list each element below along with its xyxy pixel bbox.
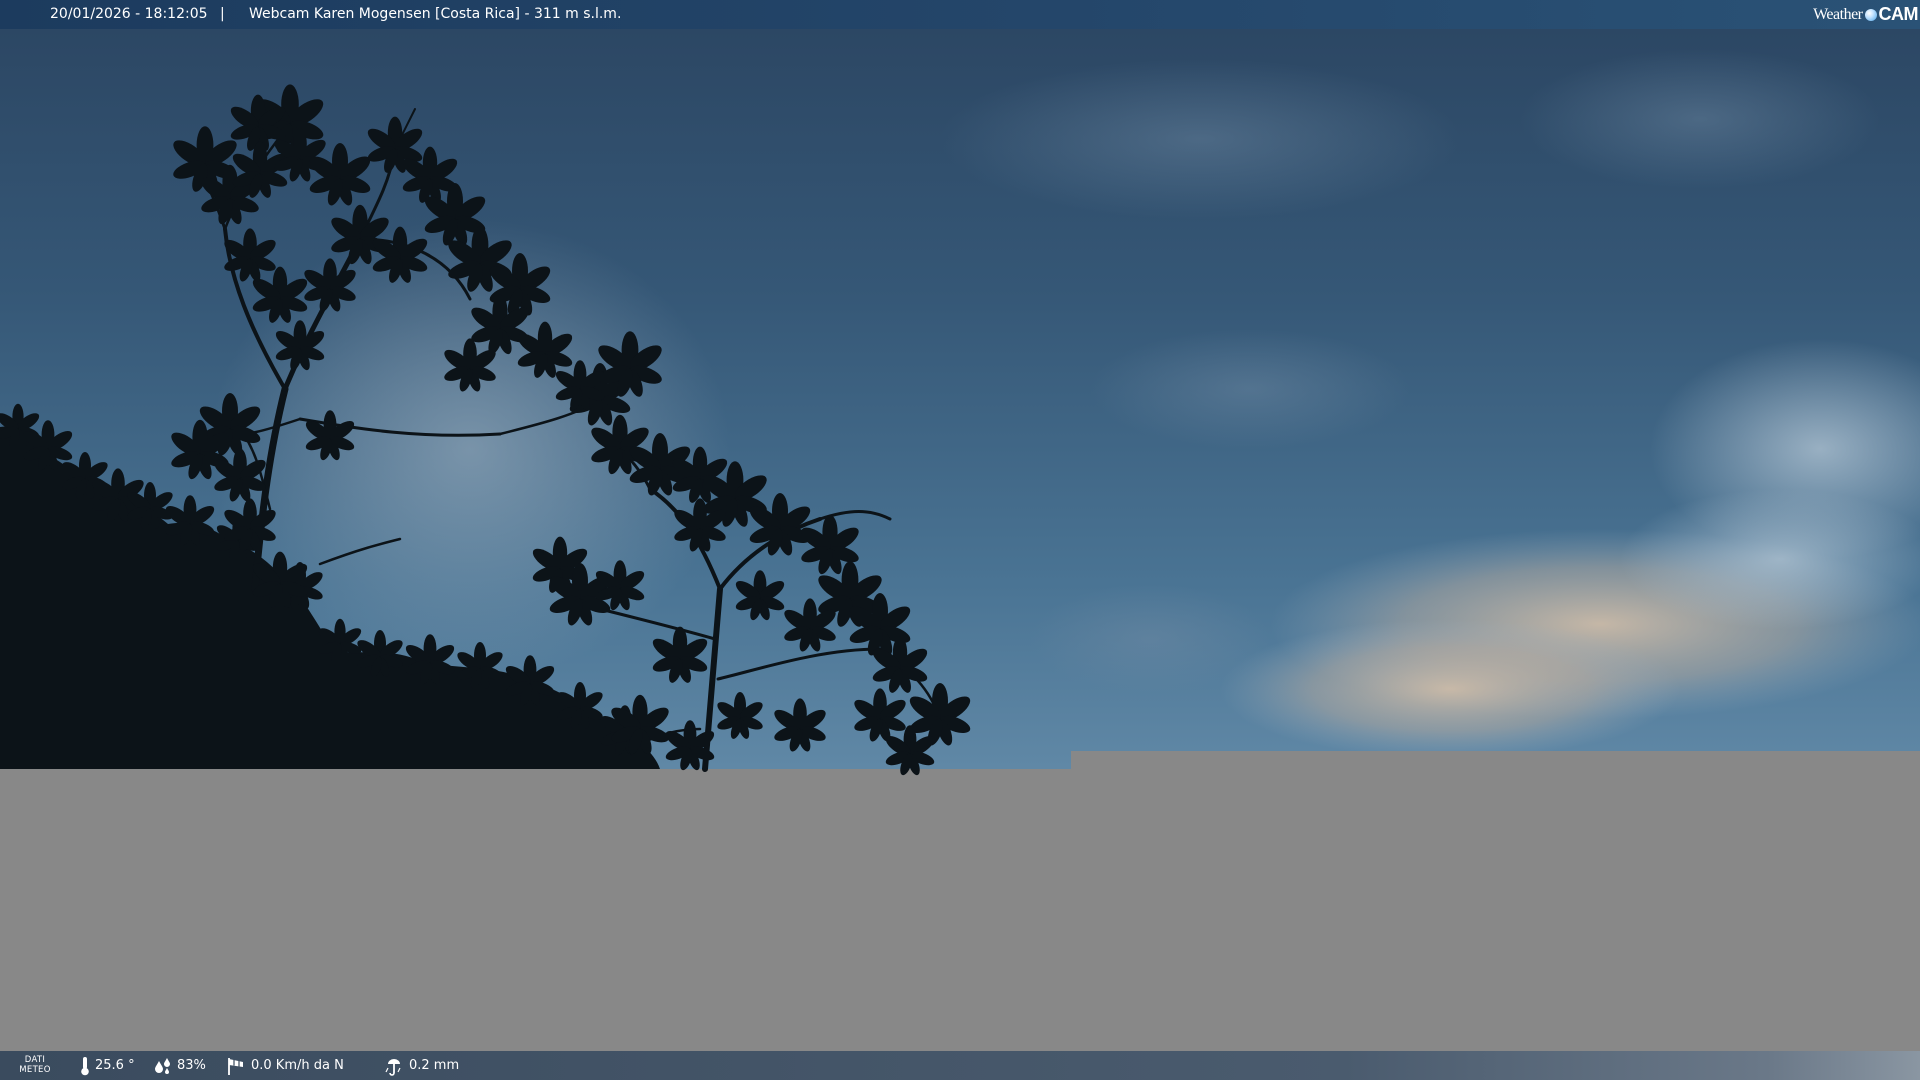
timestamp: 20/01/2026 - 18:12:05 — [50, 6, 208, 22]
wind-windsock-icon — [228, 1057, 243, 1075]
webcam-title: Webcam Karen Mogensen [Costa Rica] - 311… — [249, 6, 622, 22]
thermometer-icon — [81, 1056, 89, 1075]
rain-value: 0.2 mm — [409, 1058, 460, 1073]
temperature-reading: 25.6 ° — [80, 1051, 135, 1080]
humidity-drops-icon — [155, 1057, 170, 1074]
rain-reading: 0.2 mm — [384, 1051, 459, 1080]
humidity-reading: 83% — [154, 1051, 206, 1080]
wind-reading: 0.0 Km/h da N — [226, 1051, 344, 1080]
webcam-frame: 20/01/2026 - 18:12:05 | Webcam Karen Mog… — [0, 0, 1920, 1080]
weathercam-logo: Weather CAM — [1813, 2, 1918, 27]
globe-icon — [1864, 8, 1877, 21]
weather-data-bar: DATI METEO 25.6 ° 83% 0.0 Km/h da N 0.2 … — [0, 1051, 1920, 1080]
weather-data-label: DATI METEO — [18, 1055, 52, 1075]
wind-value: 0.0 Km/h da N — [251, 1058, 344, 1073]
weather-data-label-line1: DATI — [24, 1055, 46, 1065]
webcam-scene-svg — [0, 29, 1920, 1051]
humidity-value: 83% — [177, 1058, 206, 1073]
webcam-header-bar: 20/01/2026 - 18:12:05 | Webcam Karen Mog… — [0, 0, 1920, 29]
logo-text-cam: CAM — [1878, 4, 1919, 24]
header-separator: | — [220, 6, 225, 22]
logo-text-weather: Weather — [1813, 6, 1863, 23]
rain-gauge-icon — [385, 1058, 401, 1076]
weather-data-label-line2: METEO — [19, 1065, 51, 1075]
temperature-value: 25.6 ° — [95, 1058, 135, 1073]
webcam-image — [0, 29, 1920, 1051]
